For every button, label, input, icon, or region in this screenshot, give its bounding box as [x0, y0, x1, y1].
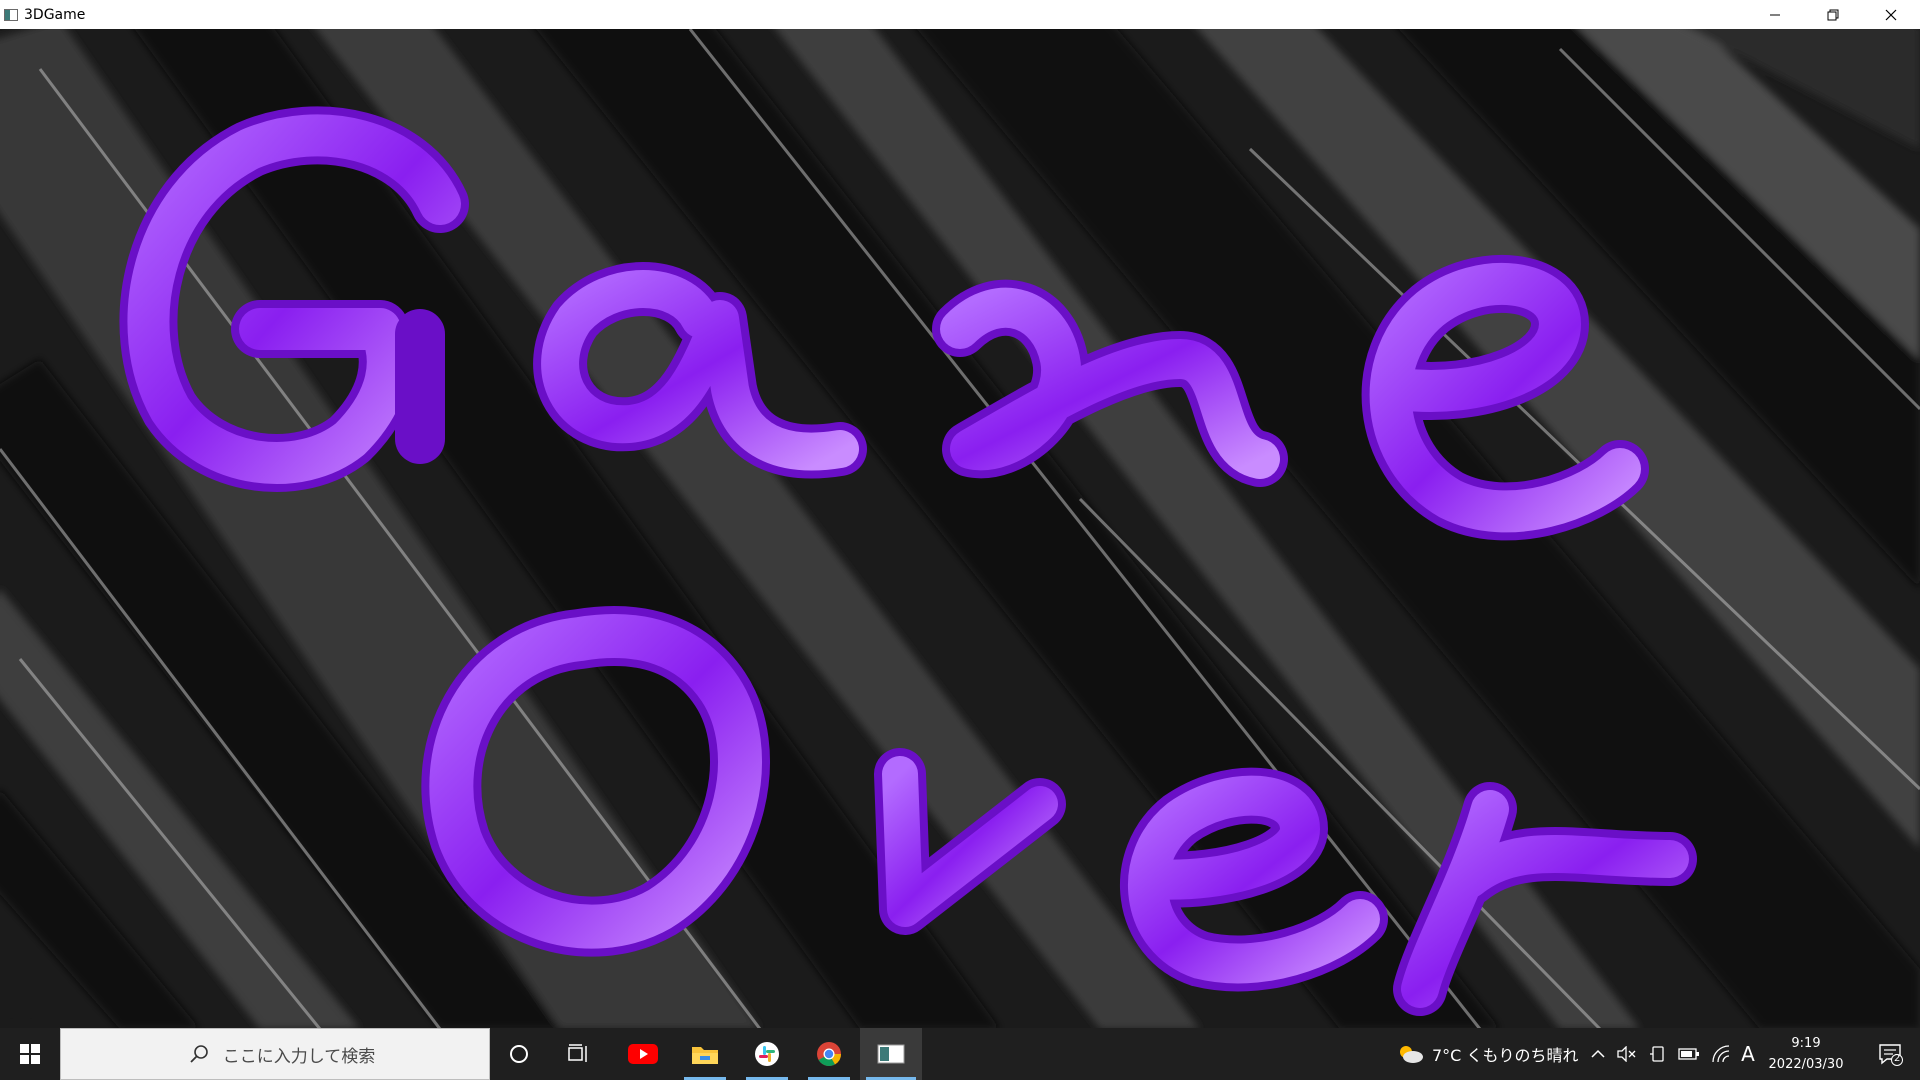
minimize-button[interactable] — [1746, 0, 1804, 29]
restore-button[interactable] — [1804, 0, 1862, 29]
windows-start-icon — [20, 1044, 40, 1064]
taskbar-app-file-explorer[interactable] — [674, 1028, 736, 1080]
youtube-icon — [628, 1044, 658, 1064]
taskbar-app-chrome[interactable] — [798, 1028, 860, 1080]
start-button[interactable] — [0, 1028, 60, 1080]
tray-overflow-button[interactable] — [1585, 1028, 1611, 1080]
window-titlebar[interactable]: 3DGame — [0, 0, 1920, 29]
search-placeholder: ここに入力して検索 — [222, 1046, 376, 1067]
file-explorer-icon — [692, 1047, 718, 1064]
minimize-icon — [1770, 14, 1780, 15]
cortana-button[interactable] — [490, 1028, 548, 1080]
window-controls — [1746, 0, 1920, 29]
notification-count: 2 — [1894, 1053, 1901, 1064]
cortana-circle-icon — [510, 1045, 528, 1063]
weather-text: 7°C くもりのち晴れ — [1432, 1046, 1579, 1065]
close-icon — [1885, 9, 1897, 20]
task-view-icon — [568, 1044, 587, 1062]
window-title: 3DGame — [24, 6, 86, 23]
windows-taskbar: ここに入力して検索 7°C くもりのち晴れ A 9:19 2022/03/30 … — [0, 1028, 1920, 1080]
task-view-button[interactable] — [548, 1028, 610, 1080]
network-button[interactable] — [1707, 1028, 1735, 1080]
slack-icon — [755, 1042, 779, 1066]
game-over-caption-line1: Game — [10, 1018, 13, 1020]
close-button[interactable] — [1862, 0, 1920, 29]
cloudy-sun-icon — [1400, 1046, 1423, 1063]
chrome-icon — [817, 1042, 841, 1067]
taskbar-app-3dgame[interactable] — [860, 1028, 922, 1080]
game-viewport[interactable]: Game Over — [0, 29, 1920, 1028]
3dgame-app-icon — [877, 1044, 905, 1064]
search-icon — [190, 1045, 208, 1063]
wifi-icon — [1712, 1045, 1730, 1063]
taskbar-app-slack[interactable] — [736, 1028, 798, 1080]
taskbar-search-box[interactable]: ここに入力して検索 — [60, 1028, 490, 1080]
speaker-muted-icon — [1617, 1046, 1636, 1062]
game-over-scene: Game Over — [0, 29, 1920, 1028]
taskbar-clock[interactable]: 9:19 2022/03/30 — [1756, 1033, 1856, 1075]
volume-button[interactable] — [1614, 1028, 1640, 1080]
device-icon — [1650, 1046, 1664, 1062]
app-window-icon — [4, 8, 18, 21]
device-button[interactable] — [1645, 1028, 1671, 1080]
weather-widget-icon-wrap[interactable] — [1390, 1028, 1430, 1080]
weather-widget[interactable]: 7°C くもりのち晴れ — [1432, 1028, 1582, 1080]
battery-icon — [1678, 1048, 1699, 1060]
clock-time: 9:19 — [1791, 1036, 1821, 1051]
battery-button[interactable] — [1675, 1028, 1703, 1080]
chevron-up-icon — [1591, 1049, 1605, 1058]
action-center-button[interactable]: 2 — [1862, 1028, 1920, 1080]
ime-mode-text: A — [1741, 1042, 1755, 1066]
restore-icon — [1827, 9, 1839, 20]
taskbar-app-youtube[interactable] — [612, 1028, 674, 1080]
clock-date: 2022/03/30 — [1768, 1057, 1844, 1072]
